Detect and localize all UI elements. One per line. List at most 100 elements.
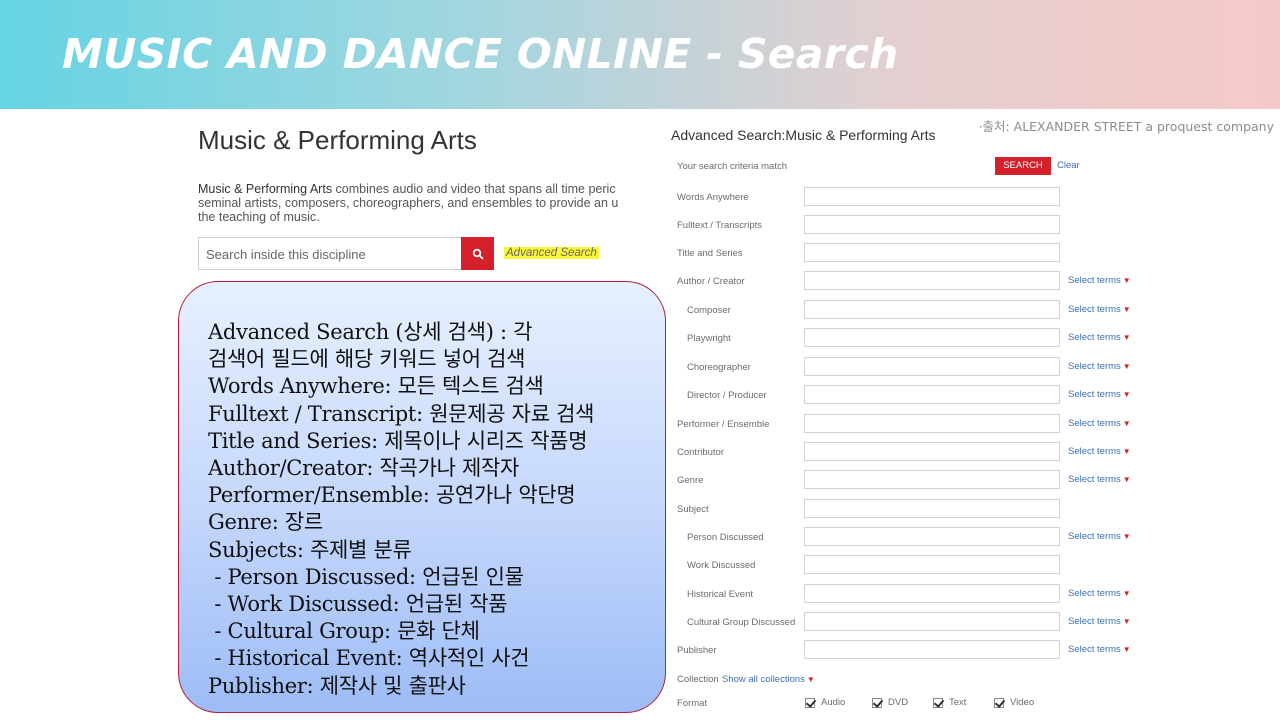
description-strong: Music & Performing Arts [198,182,333,196]
clear-link[interactable]: Clear [1057,160,1080,171]
field-input[interactable] [804,584,1060,603]
form-title: Advanced Search:Music & Performing Arts [671,127,936,143]
advanced-search-link[interactable]: Advanced Search [504,247,599,259]
format-option-label: DVD [888,697,909,708]
select-terms-label: Select terms [1068,418,1121,429]
field-label: Fulltext / Transcripts [677,220,762,231]
field-label: Contributor [677,447,724,458]
show-collections-link[interactable]: Show all collections ▼ [722,674,815,685]
format-option-label: Audio [821,697,846,708]
dropdown-arrow-icon: ▼ [1122,475,1131,484]
dropdown-arrow-icon: ▼ [1122,617,1131,626]
field-input[interactable] [804,357,1060,376]
callout-line: - Historical Event: 역사적인 사건 [208,646,530,671]
field-input[interactable] [804,243,1060,262]
field-input[interactable] [804,527,1060,546]
field-label: Author / Creator [677,276,745,287]
field-label: Performer / Ensemble [677,419,770,430]
slide-banner: MUSIC AND DANCE ONLINE - Search [0,0,1280,109]
select-terms-link[interactable]: Select terms ▼ [1068,644,1131,655]
format-option[interactable]: Audio [805,697,845,708]
select-terms-label: Select terms [1068,361,1121,372]
dropdown-arrow-icon: ▼ [1122,589,1131,598]
callout-line: Subjects: 주제별 분류 [208,537,412,562]
select-terms-link[interactable]: Select terms ▼ [1068,275,1131,286]
field-input[interactable] [804,470,1060,489]
discipline-title: Music & Performing Arts [198,125,477,155]
select-terms-link[interactable]: Select terms ▼ [1068,531,1131,542]
collection-label: Collection [677,674,719,685]
discipline-description: Music & Performing Arts combines audio a… [198,182,630,224]
search-icon [472,248,483,259]
format-option[interactable]: DVD [872,697,908,708]
dropdown-arrow-icon: ▼ [806,675,815,684]
format-checkbox[interactable] [805,697,815,708]
select-terms-link[interactable]: Select terms ▼ [1068,418,1131,429]
callout-line: 검색어 필드에 해당 키워드 넣어 검색 [208,347,526,372]
select-terms-label: Select terms [1068,588,1121,599]
field-label: Subject [677,504,709,515]
select-terms-link[interactable]: Select terms ▼ [1068,446,1131,457]
dropdown-arrow-icon: ▼ [1122,362,1131,371]
field-input[interactable] [804,442,1060,461]
callout-line: Performer/Ensemble: 공연가나 악단명 [208,483,576,508]
format-option[interactable]: Video [994,697,1034,708]
callout-lines: Advanced Search (상세 검색) : 각 검색어 필드에 해당 키워… [208,319,659,700]
field-input[interactable] [804,187,1060,206]
field-label: Composer [687,305,731,316]
slide-title: MUSIC AND DANCE ONLINE - Search [62,30,899,78]
select-terms-link[interactable]: Select terms ▼ [1068,304,1131,315]
field-input[interactable] [804,640,1060,659]
callout-line: - Person Discussed: 언급된 인물 [208,564,524,589]
dropdown-arrow-icon: ▼ [1122,276,1131,285]
search-submit-button[interactable]: SEARCH [995,157,1051,175]
dropdown-arrow-icon: ▼ [1122,305,1131,314]
select-terms-link[interactable]: Select terms ▼ [1068,588,1131,599]
dropdown-arrow-icon: ▼ [1122,645,1131,654]
format-checkbox[interactable] [872,697,882,708]
field-label: Playwright [687,333,731,344]
select-terms-link[interactable]: Select terms ▼ [1068,474,1131,485]
field-input[interactable] [804,385,1060,404]
format-checkbox[interactable] [994,697,1004,708]
format-checkbox[interactable] [933,697,943,708]
field-label: Words Anywhere [677,192,749,203]
field-label: Title and Series [677,248,743,259]
dropdown-arrow-icon: ▼ [1122,532,1131,541]
discipline-search-input[interactable]: Search inside this discipline [198,237,462,270]
field-input[interactable] [804,271,1060,290]
format-option-label: Video [1010,697,1035,708]
format-option[interactable]: Text [933,697,966,708]
field-label: Work Discussed [687,560,756,571]
field-input[interactable] [804,215,1060,234]
select-terms-link[interactable]: Select terms ▼ [1068,389,1131,400]
discipline-search-button[interactable] [461,237,494,270]
field-label: Person Discussed [687,532,764,543]
callout-line: Author/Creator: 작곡가나 제작자 [208,456,520,481]
select-terms-label: Select terms [1068,304,1121,315]
select-terms-label: Select terms [1068,446,1121,457]
callout-line: - Work Discussed: 언급된 작품 [208,592,508,617]
field-label: Choreographer [687,362,751,373]
field-input[interactable] [804,300,1060,319]
show-collections-label: Show all collections [722,674,805,685]
select-terms-link[interactable]: Select terms ▼ [1068,361,1131,372]
field-label: Publisher [677,645,717,656]
field-input[interactable] [804,414,1060,433]
description-line-2: seminal artists, composers, choreographe… [198,196,619,210]
callout-line: Genre: 장르 [208,510,323,535]
field-input[interactable] [804,499,1060,518]
select-terms-link[interactable]: Select terms ▼ [1068,332,1131,343]
field-label: Cultural Group Discussed [687,617,796,628]
callout-line: - Cultural Group: 문화 단체 [208,619,480,644]
callout-line: Words Anywhere: 모든 텍스트 검색 [208,374,544,399]
select-terms-link[interactable]: Select terms ▼ [1068,616,1131,627]
select-terms-label: Select terms [1068,616,1121,627]
format-option-label: Text [949,697,967,708]
field-label: Genre [677,475,704,486]
format-label: Format [677,698,708,709]
field-input[interactable] [804,555,1060,574]
criteria-label: Your search criteria match [677,161,788,172]
field-input[interactable] [804,612,1060,631]
field-input[interactable] [804,328,1060,347]
